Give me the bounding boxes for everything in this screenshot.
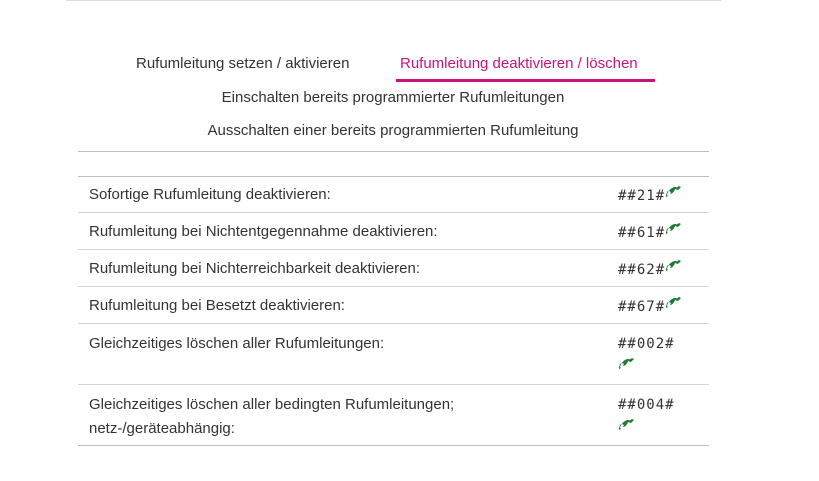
phone-call-icon[interactable] xyxy=(618,357,636,370)
phone-call-icon[interactable] xyxy=(665,222,683,235)
subheading-enable[interactable]: Einschalten bereits programmierter Rufum… xyxy=(0,88,786,108)
subheading-disable[interactable]: Ausschalten einer bereits programmierten… xyxy=(0,121,786,141)
row-code[interactable]: ##61# xyxy=(618,222,683,243)
tab-set-activate[interactable]: Rufumleitung setzen / aktivieren xyxy=(136,54,349,74)
code-text: ##62# xyxy=(618,262,666,278)
row-label: Rufumleitung bei Besetzt deaktivieren: xyxy=(89,297,345,314)
table-row: Rufumleitung bei Nichtentgegennahme deak… xyxy=(78,213,709,250)
row-label: Gleichzeitiges löschen aller Rufumleitun… xyxy=(89,335,385,352)
phone-call-icon[interactable] xyxy=(665,259,683,272)
row-label: Rufumleitung bei Nichterreichbarkeit dea… xyxy=(89,260,420,277)
row-code[interactable]: ##002# xyxy=(618,334,675,354)
row-code[interactable]: ##004# xyxy=(618,395,675,415)
table-row: Gleichzeitiges löschen aller Rufumleitun… xyxy=(78,324,709,385)
tab-deactivate-delete[interactable]: Rufumleitung deaktivieren / löschen xyxy=(400,54,638,74)
top-divider xyxy=(66,0,721,1)
row-label: Rufumleitung bei Nichtentgegennahme deak… xyxy=(89,223,438,240)
table-row: Gleichzeitiges löschen aller bedingten R… xyxy=(78,385,709,446)
page: Rufumleitung setzen / aktivieren Rufumle… xyxy=(0,0,819,481)
table-row: Rufumleitung bei Besetzt deaktivieren: #… xyxy=(78,287,709,324)
row-label-line1: Gleichzeitiges löschen aller bedingten R… xyxy=(89,396,455,413)
table-row: Sofortige Rufumleitung deaktivieren: ##2… xyxy=(78,176,709,213)
phone-call-icon[interactable] xyxy=(665,185,683,198)
section-divider xyxy=(78,151,709,152)
phone-call-icon[interactable] xyxy=(618,418,636,431)
tab-bar: Rufumleitung setzen / aktivieren Rufumle… xyxy=(0,50,819,86)
row-code[interactable]: ##62# xyxy=(618,259,683,280)
phone-call-icon[interactable] xyxy=(665,296,683,309)
row-code[interactable]: ##67# xyxy=(618,296,683,317)
row-label: Sofortige Rufumleitung deaktivieren: xyxy=(89,186,331,203)
table-row: Rufumleitung bei Nichterreichbarkeit dea… xyxy=(78,250,709,287)
code-text: ##61# xyxy=(618,225,666,241)
active-tab-indicator xyxy=(396,79,655,82)
code-text: ##67# xyxy=(618,299,666,315)
row-label-line2: netz-/geräteabhängig: xyxy=(89,420,235,437)
code-text: ##21# xyxy=(618,188,666,204)
row-code[interactable]: ##21# xyxy=(618,185,683,206)
codes-table: Sofortige Rufumleitung deaktivieren: ##2… xyxy=(78,176,709,446)
